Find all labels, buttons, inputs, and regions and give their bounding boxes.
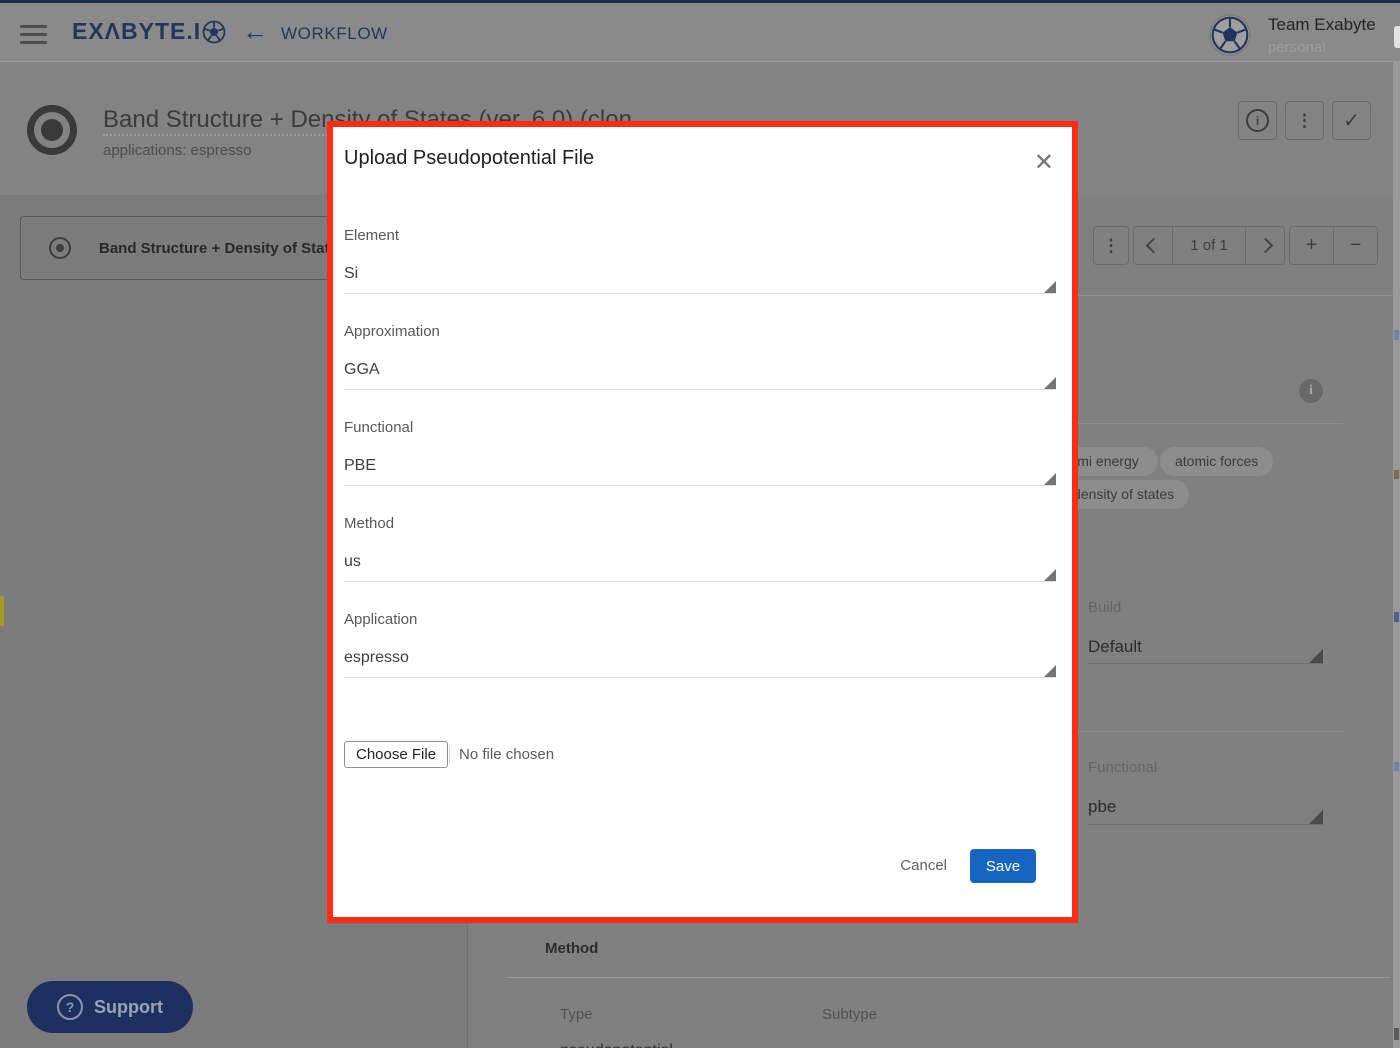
add-button[interactable]: + [1290,227,1333,264]
upload-pseudopotential-modal: Upload Pseudopotential File ✕ Element Si… [327,121,1078,923]
hamburger-menu-icon[interactable] [20,25,47,44]
unit-more-options-button[interactable]: ⋮ [1093,226,1129,265]
brand-logo[interactable]: EXΛBYTE.I [72,18,226,45]
next-page-button[interactable] [1245,227,1284,264]
application-select-value[interactable]: espresso [344,649,409,667]
support-button[interactable]: ? Support [27,981,193,1033]
kebab-icon: ⋮ [1296,118,1313,123]
team-name[interactable]: Team Exabyte [1268,15,1376,35]
brand-logo-text: EXΛBYTE.I [72,18,201,45]
kebab-icon: ⋮ [1103,243,1120,248]
build-select-underline [1088,663,1323,664]
remove-button[interactable]: − [1333,227,1377,264]
sliver-fragment [1394,612,1399,622]
method-divider [507,977,1390,978]
chevron-right-icon [1257,238,1273,254]
sliver-fragment [1394,762,1399,771]
type-column-label: Type [560,1006,593,1023]
close-icon[interactable]: ✕ [1034,151,1054,175]
page-indicator: 1 of 1 [1172,227,1245,264]
confirm-button[interactable]: ✓ [1332,101,1371,140]
sliver-fragment [1394,470,1399,479]
more-options-button[interactable]: ⋮ [1285,101,1324,140]
sliver-fragment [1394,1028,1399,1040]
save-button[interactable]: Save [970,849,1036,883]
application-select-underline [344,677,1056,678]
radio-selected-icon [49,237,71,259]
info-filled-icon[interactable]: i [1299,379,1323,403]
approximation-select-value[interactable]: GGA [344,361,380,379]
soccer-ball-logo-icon [202,20,226,44]
tag-chip: atomic forces [1160,447,1273,476]
prev-page-button[interactable] [1134,227,1172,264]
info-icon: i [1246,109,1269,132]
functional-label: Functional [1088,759,1157,776]
record-status-icon [27,105,77,155]
dropdown-triangle-icon [1309,649,1323,663]
functional-select-underline [344,485,1056,486]
method-section-heading: Method [545,940,598,957]
field-label-application: Application [344,611,417,628]
field-label-approximation: Approximation [344,323,440,340]
functional-select-value[interactable]: PBE [344,457,376,475]
method-select-value[interactable]: us [344,553,361,571]
build-label: Build [1088,599,1121,616]
cancel-button[interactable]: Cancel [900,849,947,883]
field-label-functional: Functional [344,419,413,436]
support-label: Support [94,997,163,1018]
pagination-group: 1 of 1 [1133,226,1285,265]
element-select-underline [344,293,1056,294]
sliver-fragment [1394,330,1399,340]
zoom-group: + − [1289,226,1378,265]
workflow-unit-label: Band Structure + Density of State [99,240,338,257]
info-button[interactable]: i [1238,101,1277,140]
approximation-select-underline [344,389,1056,390]
choose-file-button[interactable]: Choose File [344,741,448,768]
functional-select-value[interactable]: pbe [1088,797,1116,817]
chevron-left-icon [1145,238,1161,254]
functional-select-underline [1088,824,1323,825]
check-icon: ✓ [1343,108,1360,133]
field-label-element: Element [344,227,399,244]
file-input-row: Choose File No file chosen [344,741,554,768]
element-select-value[interactable]: Si [344,265,358,283]
modal-title: Upload Pseudopotential File [344,147,594,170]
team-avatar-soccer-icon[interactable] [1209,14,1251,56]
subtype-column-label: Subtype [822,1006,877,1023]
build-select-value[interactable]: Default [1088,637,1142,657]
dropdown-triangle-icon [1309,810,1323,824]
breadcrumb-workflow: WORKFLOW [281,24,388,44]
header-edge-fragment [1394,26,1400,48]
page-subtitle: applications: espresso [103,142,251,159]
back-arrow-icon[interactable]: ← [242,18,268,44]
left-edge-marker [0,596,4,626]
field-label-method: Method [344,515,394,532]
help-icon: ? [57,994,83,1020]
app-window: EXΛBYTE.I ← WORKFLOW Team Exabyte person… [0,0,1400,1048]
file-status-text: No file chosen [449,746,554,763]
right-edge-sliver [1393,62,1400,1048]
team-scope: personal [1268,39,1326,56]
type-value-cropped: pseudopotential [560,1042,673,1048]
method-select-underline [344,581,1056,582]
